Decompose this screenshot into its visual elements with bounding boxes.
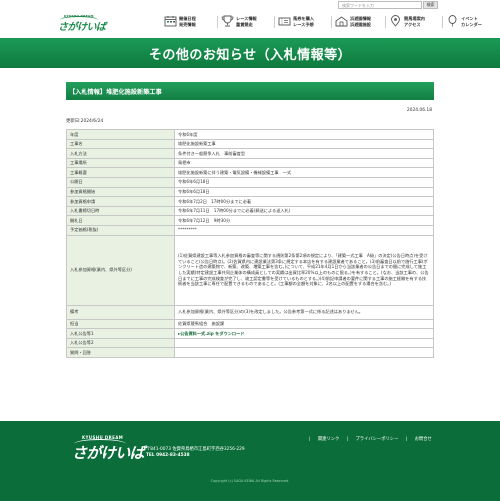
row-key: 入札公告等1 — [66, 328, 175, 339]
row-key: 質問・回答 — [66, 347, 175, 358]
row-key: 参加資格開始 — [66, 186, 175, 198]
row-value — [174, 347, 434, 358]
row-key: 入札方法 — [66, 148, 175, 159]
table-row: 参加資格開始 令和6年6月18日 — [66, 186, 434, 198]
row-key: 開札日 — [66, 215, 175, 226]
table-row: 開札日 令和6年7月12日 9時30分 — [66, 215, 434, 226]
footer-logo[interactable]: KYUSHU DREAM さがけいば — [70, 435, 145, 467]
row-key: 担当 — [66, 318, 175, 330]
logo-wordmark: さがけいば — [58, 22, 106, 33]
nav-divider — [385, 16, 386, 28]
download-link[interactable]: ▸公告資料一式.zip をダウンロード — [174, 328, 434, 339]
nav-ticket-line1: 馬券を購入 — [293, 16, 314, 21]
row-value: 令和6年7月2日 17時00分までに必着 — [174, 196, 434, 207]
table-row: 年度 令和6年度 — [66, 129, 434, 140]
nav-schedule-line1: 開催日程 — [179, 16, 196, 21]
row-key: 公開日 — [66, 176, 175, 188]
row-key: 参加資格申請 — [66, 196, 175, 207]
nav-divider — [442, 16, 443, 28]
page-title-band: その他のお知らせ（入札情報等） — [0, 38, 500, 68]
footer-tel: TEL 0942-83-4538 — [146, 453, 190, 458]
table-row: 工事場所 鳥栖市 — [66, 157, 434, 169]
row-value: ********* — [174, 224, 434, 236]
search-input[interactable]: 検索ワードを入力 — [338, 1, 422, 9]
footer-logo-tagline: KYUSHU DREAM — [82, 435, 124, 440]
ticket-icon — [278, 17, 291, 26]
bid-info-table: 年度 令和6年度 工事名 堆肥化施設新築工事 入札方法 条件付き一般競争入札 事前審査型工… — [66, 129, 434, 358]
table-row: 公開日 令和6年6月18日 — [66, 176, 434, 188]
map-pin-icon — [391, 15, 400, 27]
nav-park-line2: 浜遊園施設 — [350, 21, 371, 27]
copyright: Copyright (c) SAGA KEIBA All Rights Rese… — [210, 479, 290, 483]
row-value: 令和6年7月12日 9時30分 — [174, 215, 434, 226]
section-title: 【入札情報】堆肥化施設新築工事 — [69, 89, 162, 96]
table-row: 入札書締切日時 令和6年7月11日 17時00分までに必着(郵送による送入札) — [66, 205, 434, 217]
footer-link-privacy[interactable]: プライバシーポリシー — [356, 437, 399, 442]
nav-ticket-line2: レース予想 — [293, 21, 314, 27]
table-row: 質問・回答 — [66, 347, 434, 358]
row-key: 工事概要 — [66, 167, 175, 178]
page-title: その他のお知らせ（入札情報等） — [148, 48, 352, 63]
section-heading: 【入札情報】堆肥化施設新築工事 — [66, 82, 434, 100]
row-key: 予定価格(税抜) — [66, 224, 175, 236]
table-row: 備考 入札参加資格(業内、県外等区分)の(3)を改定しました。公告参考第一式に係る… — [66, 304, 434, 320]
nav-divider — [331, 16, 332, 28]
footer-address-block: 〒841-0073 佐賀県鳥栖市江島町字西谷3256-229 TEL 0942-… — [146, 447, 245, 459]
table-row: 入札公告等1 ▸公告資料一式.zip をダウンロード — [66, 328, 434, 339]
row-value: 条件付き一般競争入札 事前審査型 — [174, 148, 434, 159]
table-row: 予定価格(税抜) ********* — [66, 224, 434, 236]
row-value: 令和6年6月18日 — [174, 176, 434, 188]
table-row: 工事概要 堆肥化施設新築に伴う建築・電気設備・機械設備工事 一式 — [66, 167, 434, 178]
post-date: 2024.06.18 — [406, 108, 432, 113]
row-value: 令和6年7月11日 17時00分までに必着(郵送による送入札) — [174, 205, 434, 217]
calendar-icon — [164, 16, 177, 27]
table-row: 入札方法 条件付き一般競争入札 事前審査型 — [66, 148, 434, 159]
row-key: 年度 — [66, 129, 175, 140]
nav-event-line2: カレンダー — [461, 21, 482, 27]
nav-divider — [274, 16, 275, 28]
footer-link-contact[interactable]: お問合せ — [415, 437, 432, 442]
row-value: 堆肥化施設新築に伴う建築・電気設備・機械設備工事 一式 — [174, 167, 434, 178]
updated-date: 更新日:2024/6/24 — [66, 119, 104, 124]
row-key: 入札書締切日時 — [66, 205, 175, 217]
row-value: (1)佐賀県建設工事等入札参加資格の審査等に関する規則第2条第2項の規定により、… — [174, 234, 434, 306]
nav-race-line2: 重賞競走 — [236, 21, 253, 27]
trophy-icon — [221, 15, 234, 27]
row-value: 堆肥化施設新築工事 — [174, 138, 434, 150]
row-key: 入札公告等2 — [66, 337, 175, 349]
nav-race-line1: レース情報 — [236, 16, 257, 21]
nav-access-line1: 競馬場案内 — [404, 16, 425, 21]
row-key: 工事名 — [66, 138, 175, 150]
table-row: 担当 佐賀県競馬組合 施設課 — [66, 318, 434, 330]
row-value: 佐賀県競馬組合 施設課 — [174, 318, 434, 330]
footer-logo-wordmark: さがけいば — [72, 444, 145, 462]
row-value: 令和6年6月18日 — [174, 186, 434, 198]
nav-divider — [217, 16, 218, 28]
table-row: 参加資格申請 令和6年7月2日 17時00分までに必着 — [66, 196, 434, 207]
nav-schedule-line2: 発売情報 — [179, 21, 196, 27]
footer-links: | 関連リンク | プライバシーポリシー | お問合せ — [309, 437, 432, 442]
park-icon — [335, 16, 348, 27]
row-value: 令和6年度 — [174, 129, 434, 140]
footer-link-related[interactable]: 関連リンク — [318, 437, 339, 442]
table-row: 入札公告等2 — [66, 337, 434, 349]
table-row: 入札参加資格(業内、県外等区分) (1)佐賀県建設工事等入札参加資格の審査等に関す… — [66, 234, 434, 306]
site-header: KYUSHU DREAM さがけいば 検索ワードを入力 検索 開催日程 発売情報 — [0, 0, 500, 40]
row-key: 工事場所 — [66, 157, 175, 169]
row-key: 入札参加資格(業内、県外等区分) — [66, 234, 175, 306]
row-key: 備考 — [66, 304, 175, 320]
table-row: 工事名 堆肥化施設新築工事 — [66, 138, 434, 150]
balloon-icon — [448, 15, 457, 27]
nav-access-line2: アクセス — [404, 21, 421, 27]
row-value: 鳥栖市 — [174, 157, 434, 169]
site-logo[interactable]: KYUSHU DREAM さがけいば — [58, 14, 106, 34]
search-button[interactable]: 検索 — [423, 1, 438, 9]
row-value: 入札参加資格(業内、県外等区分)の(3)を改定しました。公告参考第一式に係る記述… — [174, 304, 434, 320]
nav-park-line1: 浜遊園情報 — [350, 16, 371, 21]
row-value — [174, 337, 434, 349]
